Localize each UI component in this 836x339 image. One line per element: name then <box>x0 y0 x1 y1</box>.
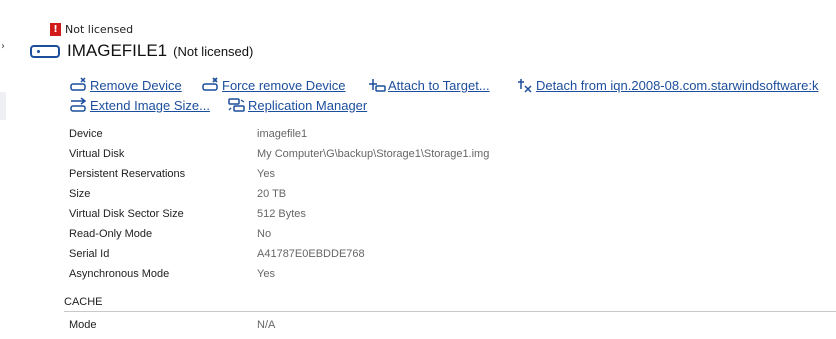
remove-device-link[interactable]: Remove Device <box>70 77 182 93</box>
force-remove-device-label: Force remove Device <box>222 77 346 93</box>
remove-device-icon <box>70 77 86 91</box>
property-value: A41787E0EBDDE768 <box>257 248 365 260</box>
property-value: Yes <box>257 168 275 180</box>
extend-image-size-link[interactable]: Extend Image Size... <box>70 97 210 113</box>
force-remove-icon <box>202 77 218 91</box>
property-size: Size 20 TB <box>69 186 286 202</box>
warning-icon: ! <box>50 22 61 36</box>
device-details-panel: › ! Not licensed IMAGEFILE1 (Not license… <box>0 0 836 339</box>
detach-from-target-link[interactable]: Detach from iqn.2008-08.com.starwindsoft… <box>516 77 819 93</box>
property-value: 512 Bytes <box>257 208 306 220</box>
replication-icon <box>228 98 245 112</box>
property-persistent-reservations: Persistent Reservations Yes <box>69 166 275 182</box>
disk-device-icon <box>30 44 60 58</box>
license-warning: ! Not licensed <box>50 21 133 37</box>
property-value: imagefile1 <box>257 128 308 140</box>
property-label: Virtual Disk <box>69 148 125 160</box>
property-label: Read-Only Mode <box>69 228 153 240</box>
cache-section-divider <box>64 311 836 312</box>
device-license-status: (Not licensed) <box>173 43 254 59</box>
attach-to-target-link[interactable]: Attach to Target... <box>368 77 490 93</box>
property-label: Size <box>69 188 91 200</box>
property-device: Device imagefile1 <box>69 126 307 142</box>
property-value: No <box>257 228 272 240</box>
property-label: Serial Id <box>69 248 110 260</box>
extend-size-icon <box>70 97 87 112</box>
attach-target-icon <box>369 79 386 92</box>
tree-selection-edge <box>0 92 6 120</box>
property-label: Asynchronous Mode <box>69 268 170 280</box>
force-remove-device-link[interactable]: Force remove Device <box>202 77 346 93</box>
property-value: N/A <box>257 319 276 331</box>
device-name: IMAGEFILE1 <box>67 41 168 60</box>
property-value: Yes <box>257 268 275 280</box>
property-label: Persistent Reservations <box>69 168 186 180</box>
property-label: Mode <box>69 319 97 331</box>
device-title: IMAGEFILE1 (Not licensed) <box>30 40 253 62</box>
extend-image-size-label: Extend Image Size... <box>90 97 210 113</box>
property-asynchronous-mode: Asynchronous Mode Yes <box>69 266 275 282</box>
remove-device-label: Remove Device <box>90 77 182 93</box>
replication-manager-label: Replication Manager <box>248 97 368 113</box>
replication-manager-link[interactable]: Replication Manager <box>228 97 367 113</box>
property-serial-id: Serial Id A41787E0EBDDE768 <box>69 246 365 262</box>
property-virtual-disk: Virtual Disk My Computer\G\backup\Storag… <box>69 146 489 162</box>
property-cache-mode: Mode N/A <box>69 317 275 333</box>
tree-expander-icon[interactable]: › <box>1 41 5 52</box>
attach-to-target-label: Attach to Target... <box>388 77 490 93</box>
property-value: 20 TB <box>257 188 287 200</box>
detach-icon <box>518 79 532 93</box>
property-value: My Computer\G\backup\Storage1\Storage1.i… <box>257 148 490 160</box>
property-sector-size: Virtual Disk Sector Size 512 Bytes <box>69 206 306 222</box>
cache-section-title: CACHE <box>64 296 103 308</box>
license-warning-text: Not licensed <box>65 22 134 36</box>
left-tree-edge: › <box>0 0 10 339</box>
property-label: Virtual Disk Sector Size <box>69 208 184 220</box>
property-label: Device <box>69 128 103 140</box>
property-read-only-mode: Read-Only Mode No <box>69 226 271 242</box>
detach-from-target-label: Detach from iqn.2008-08.com.starwindsoft… <box>536 77 819 93</box>
